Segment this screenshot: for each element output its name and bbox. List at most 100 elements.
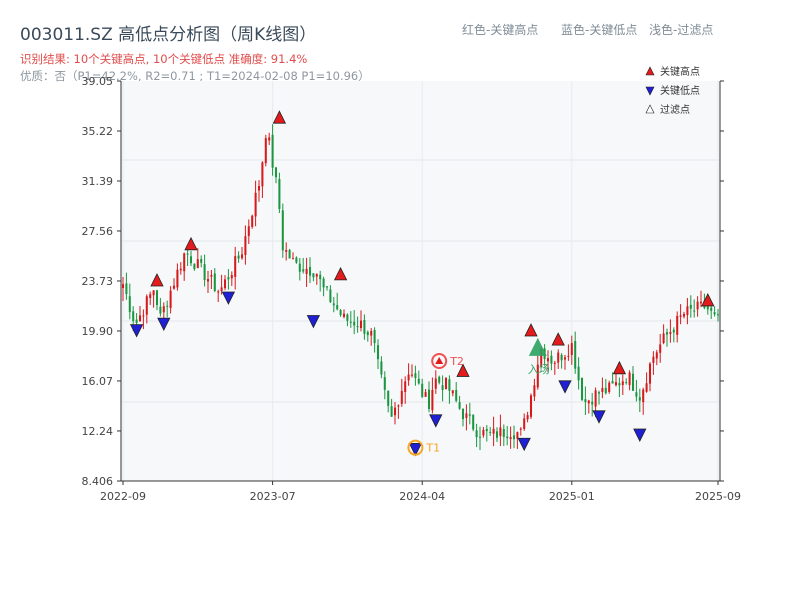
candle-body: [414, 373, 417, 378]
candle-body: [502, 428, 505, 437]
candle-body: [138, 315, 142, 322]
candle-body: [594, 390, 597, 407]
t2-label: T2: [449, 355, 464, 368]
candle-body: [546, 358, 550, 362]
candle-body: [404, 381, 407, 393]
candle-body: [451, 390, 454, 394]
candle-body: [529, 395, 533, 417]
candle-body: [407, 374, 410, 381]
candle-body: [659, 344, 662, 353]
candle-body: [217, 291, 220, 293]
y-tick-label: 39.05: [82, 75, 114, 88]
candle-body: [397, 405, 400, 407]
candle-body: [665, 332, 669, 335]
candle-body: [268, 137, 271, 141]
candle-body: [363, 320, 366, 334]
candle-body: [342, 313, 346, 317]
x-tick-label: 2022-09: [100, 490, 146, 503]
candle-body: [288, 250, 291, 259]
candle-body: [421, 383, 424, 397]
candle-body: [285, 250, 288, 252]
candle-body: [332, 303, 335, 306]
legend-high-label: 关键高点: [660, 65, 700, 78]
candle-body: [604, 387, 607, 394]
candle-body: [533, 385, 536, 397]
candle-body: [499, 427, 502, 437]
candle-body: [254, 192, 257, 217]
candle-body: [601, 388, 604, 392]
candle-body: [390, 406, 393, 417]
y-tick-label: 8.406: [82, 475, 114, 488]
candle-body: [155, 290, 159, 305]
entry-label: 入场: [528, 362, 550, 376]
candle-body: [424, 392, 427, 397]
candle-body: [183, 253, 186, 272]
candle-body: [172, 285, 176, 289]
candle-body: [495, 431, 499, 438]
candle-body: [461, 408, 465, 420]
candle-body: [710, 307, 713, 311]
candle-body: [336, 305, 339, 310]
candle-body: [628, 372, 631, 386]
candle-body: [200, 259, 203, 263]
candle-body: [203, 264, 206, 281]
candle-body: [526, 415, 529, 420]
x-tick-label: 2025-01: [549, 490, 595, 503]
candle-body: [291, 258, 295, 260]
candle-body: [489, 431, 492, 433]
candle-body: [380, 361, 383, 375]
candle-body: [597, 392, 601, 394]
candle-body: [210, 275, 213, 277]
candle-body: [682, 313, 686, 317]
candle-body: [642, 389, 645, 403]
candle-body: [672, 329, 675, 333]
candle-body: [176, 269, 179, 288]
candle-body: [186, 253, 189, 255]
candle-body: [550, 355, 553, 364]
candle-body: [339, 310, 342, 316]
candle-body: [686, 306, 689, 315]
y-tick-label: 23.73: [82, 275, 114, 288]
y-tick-label: 16.07: [82, 375, 114, 388]
x-tick-label: 2025-09: [695, 490, 741, 503]
candle-body: [274, 167, 278, 178]
candle-body: [509, 437, 512, 440]
candle-body: [142, 315, 145, 317]
candle-body: [162, 306, 165, 313]
y-tick-label: 31.39: [82, 175, 114, 188]
candle-body: [591, 401, 594, 405]
y-tick-label: 12.24: [82, 425, 114, 438]
candle-body: [441, 385, 444, 390]
candle-body: [230, 275, 233, 279]
candle-body: [706, 306, 709, 310]
candle-body: [135, 319, 138, 324]
candle-body: [261, 162, 264, 187]
candle-body: [237, 255, 240, 259]
candle-body: [652, 356, 655, 363]
plot-area: [121, 81, 720, 481]
candle-body: [410, 374, 414, 376]
candle-body: [329, 289, 332, 303]
candle-body: [271, 134, 274, 168]
candle-body: [608, 382, 611, 393]
candle-body: [121, 284, 125, 289]
candle-body: [516, 432, 519, 439]
candle-body: [193, 263, 196, 270]
candle-body: [696, 301, 699, 310]
candle-body: [159, 306, 162, 314]
candle-body: [315, 274, 318, 277]
candle-body: [189, 256, 193, 264]
candle-body: [353, 321, 356, 326]
candle-body: [648, 363, 652, 384]
candle-body: [152, 290, 155, 296]
candle-body: [322, 278, 325, 288]
candle-body: [645, 383, 648, 392]
candle-body: [557, 352, 560, 363]
candle-body: [506, 436, 509, 438]
candle-body: [553, 362, 556, 364]
candle-body: [278, 179, 281, 209]
candle-body: [349, 321, 352, 323]
candle-body: [387, 390, 390, 406]
candle-body: [359, 320, 363, 329]
candle-body: [655, 352, 658, 359]
